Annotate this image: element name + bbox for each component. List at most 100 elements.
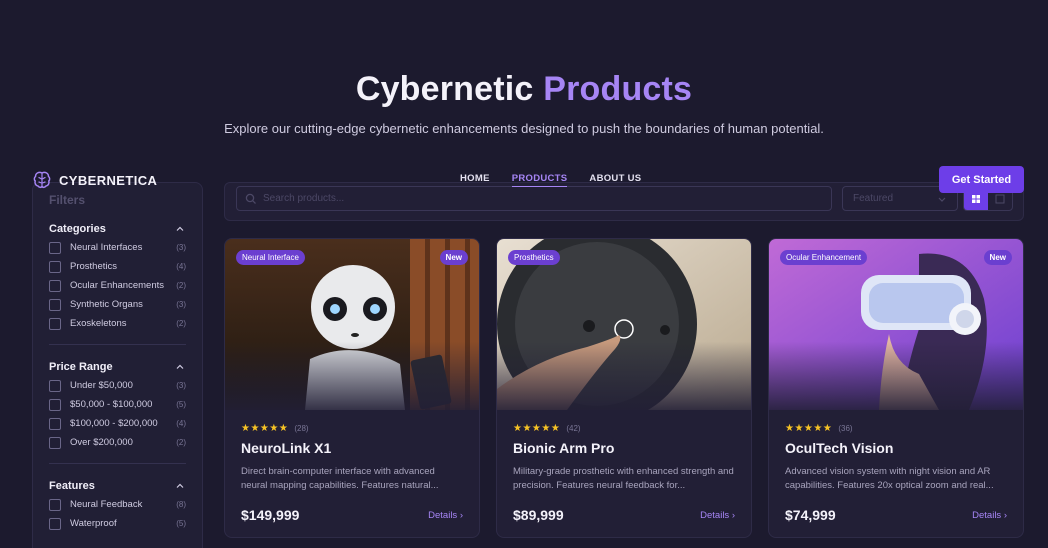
search-icon <box>245 193 256 204</box>
filter-option-label: Prosthetics <box>70 261 117 272</box>
star-rating: ★★★★★ <box>785 423 833 434</box>
chevron-up-icon[interactable] <box>174 223 186 235</box>
filter-option[interactable]: Under $50,000 (3) <box>49 379 186 392</box>
sort-select-value: Featured <box>853 193 894 204</box>
chevron-right-icon: › <box>1003 509 1007 521</box>
card-body: ★★★★★ (36) OculTech Vision Advanced visi… <box>769 410 1023 523</box>
filter-option-label: Over $200,000 <box>70 437 133 448</box>
details-label: Details <box>972 509 1002 521</box>
filter-option-label: Ocular Enhancements <box>70 280 164 291</box>
checkbox[interactable] <box>49 398 61 411</box>
filter-group-title: Features <box>49 480 95 492</box>
filter-option-count: (5) <box>176 519 186 528</box>
filter-option-label: Neural Feedback <box>70 499 143 510</box>
product-image[interactable]: Prosthetics <box>497 239 751 410</box>
product-price: $149,999 <box>241 507 300 523</box>
filter-option[interactable]: Prosthetics (4) <box>49 260 186 273</box>
filter-option-label: Waterproof <box>70 518 117 529</box>
details-link[interactable]: Details › <box>972 510 1007 521</box>
filter-option-count: (3) <box>176 300 186 309</box>
brand-name: CYBERNETICA <box>59 172 158 188</box>
filter-option-count: (2) <box>176 319 186 328</box>
filter-option[interactable]: $100,000 - $200,000 (4) <box>49 417 186 430</box>
details-label: Details <box>700 509 730 521</box>
product-image[interactable]: Neural Interface New <box>225 239 479 410</box>
page-title-accent: Products <box>543 70 693 108</box>
review-count: (36) <box>838 424 853 433</box>
filter-option[interactable]: Exoskeletons (2) <box>49 317 186 330</box>
checkbox[interactable] <box>49 379 61 392</box>
filter-option[interactable]: Ocular Enhancements (2) <box>49 279 186 292</box>
product-card[interactable]: Prosthetics ★★★★★ (42) Bionic Arm Pro Mi… <box>496 238 752 538</box>
filter-option-count: (2) <box>176 281 186 290</box>
product-name[interactable]: NeuroLink X1 <box>241 440 463 456</box>
filter-option[interactable]: Neural Interfaces (3) <box>49 241 186 254</box>
brand[interactable]: CYBERNETICA <box>32 170 157 190</box>
product-description: Direct brain-computer interface with adv… <box>241 466 439 491</box>
filter-option-label: Under $50,000 <box>70 380 133 391</box>
product-price: $89,999 <box>513 507 564 523</box>
product-card[interactable]: Neural Interface New ★★★★★ (28) NeuroLin… <box>224 238 480 538</box>
search-input[interactable] <box>263 193 763 204</box>
chevron-up-icon[interactable] <box>174 480 186 492</box>
category-badge: Prosthetics <box>508 250 560 265</box>
filter-option-count: (3) <box>176 243 186 252</box>
brain-icon <box>33 171 51 189</box>
checkbox[interactable] <box>49 498 61 511</box>
checkbox[interactable] <box>49 436 61 449</box>
filter-option-label: $100,000 - $200,000 <box>70 418 158 429</box>
filter-option-label: $50,000 - $100,000 <box>70 399 153 410</box>
checkbox[interactable] <box>49 517 61 530</box>
divider <box>49 344 186 345</box>
checkbox[interactable] <box>49 298 61 311</box>
navbar: CYBERNETICA HOME PRODUCTS ABOUT US Get S… <box>0 164 1048 194</box>
nav-about-us[interactable]: ABOUT US <box>589 173 641 187</box>
chevron-right-icon: › <box>459 509 463 521</box>
details-link[interactable]: Details › <box>428 510 463 521</box>
get-started-button[interactable]: Get Started <box>939 166 1024 193</box>
review-count: (42) <box>566 424 581 433</box>
category-badge: Neural Interface <box>236 250 305 265</box>
checkbox[interactable] <box>49 417 61 430</box>
nav-products[interactable]: PRODUCTS <box>511 173 568 187</box>
divider <box>49 463 186 464</box>
filter-option-count: (5) <box>176 400 186 409</box>
nav-home[interactable]: HOME <box>460 173 490 187</box>
star-rating: ★★★★★ <box>513 423 561 434</box>
filter-option[interactable]: Synthetic Organs (3) <box>49 298 186 311</box>
checkbox[interactable] <box>49 317 61 330</box>
product-card[interactable]: Ocular Enhancement New ★★★★★ (36) OculTe… <box>768 238 1024 538</box>
product-name[interactable]: OculTech Vision <box>785 440 1007 456</box>
category-badge: Ocular Enhancement <box>780 250 868 265</box>
filter-group-title: Price Range <box>49 361 113 373</box>
checkbox[interactable] <box>49 279 61 292</box>
filter-option-count: (2) <box>176 438 186 447</box>
details-link[interactable]: Details › <box>700 510 735 521</box>
filter-group-header[interactable]: Price Range <box>49 361 186 373</box>
filter-option[interactable]: Neural Feedback (8) <box>49 498 186 511</box>
chevron-up-icon[interactable] <box>174 361 186 373</box>
page-subtitle: Explore our cutting-edge cybernetic enha… <box>224 121 824 136</box>
hero-section: Cybernetic Products Explore our cutting-… <box>0 70 1048 136</box>
star-rating: ★★★★★ <box>241 423 289 434</box>
checkbox[interactable] <box>49 260 61 273</box>
checkbox[interactable] <box>49 241 61 254</box>
filter-group-price: Price Range Under $50,000 (3) $50,000 - $… <box>49 361 186 464</box>
card-footer: $74,999 Details › <box>785 507 1007 523</box>
card-body: ★★★★★ (42) Bionic Arm Pro Military-grade… <box>497 410 751 523</box>
filter-group-categories: Categories Neural Interfaces (3) Prosthet… <box>49 223 186 345</box>
card-footer: $89,999 Details › <box>513 507 735 523</box>
filter-option-count: (3) <box>176 381 186 390</box>
nav-links: HOME PRODUCTS ABOUT US <box>460 173 663 187</box>
card-footer: $149,999 Details › <box>241 507 463 523</box>
filter-group-header[interactable]: Categories <box>49 223 186 235</box>
product-name[interactable]: Bionic Arm Pro <box>513 440 735 456</box>
product-price: $74,999 <box>785 507 836 523</box>
filter-option[interactable]: Waterproof (5) <box>49 517 186 530</box>
product-image[interactable]: Ocular Enhancement New <box>769 239 1023 410</box>
filter-option[interactable]: $50,000 - $100,000 (5) <box>49 398 186 411</box>
review-count: (28) <box>294 424 309 433</box>
filter-group-header[interactable]: Features <box>49 480 186 492</box>
filter-option[interactable]: Over $200,000 (2) <box>49 436 186 449</box>
new-badge: New <box>439 250 468 265</box>
